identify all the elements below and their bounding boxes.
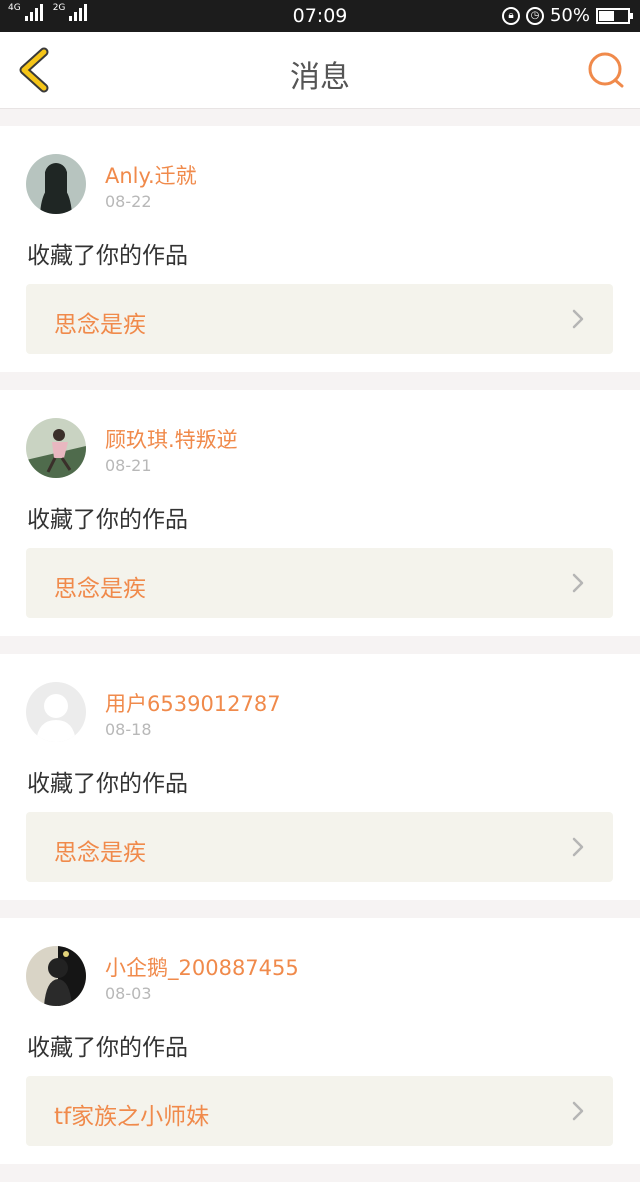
battery-percentage: 50% bbox=[549, 5, 590, 26]
action-text: 收藏了你的作品 bbox=[27, 243, 188, 269]
search-button[interactable] bbox=[586, 50, 626, 90]
work-title: 思念是疾 bbox=[54, 312, 146, 338]
message-card: 顾玖琪.特叛逆 08-21 收藏了你的作品 思念是疾 bbox=[0, 390, 640, 636]
message-date: 08-18 bbox=[105, 720, 152, 739]
avatar[interactable] bbox=[26, 946, 86, 1006]
work-title: 思念是疾 bbox=[54, 840, 146, 866]
message-date: 08-21 bbox=[105, 456, 152, 475]
message-card: Anly.迁就 08-22 收藏了你的作品 思念是疾 bbox=[0, 126, 640, 372]
chevron-right-icon bbox=[572, 1101, 584, 1121]
default-avatar[interactable] bbox=[26, 682, 86, 742]
avatar[interactable] bbox=[26, 154, 86, 214]
avatar[interactable] bbox=[26, 418, 86, 478]
username[interactable]: 顾玖琪.特叛逆 bbox=[105, 424, 238, 454]
page-title: 消息 bbox=[290, 60, 350, 95]
work-link[interactable]: tf家族之小师妹 bbox=[26, 1076, 613, 1146]
work-link[interactable]: 思念是疾 bbox=[26, 812, 613, 882]
message-list: Anly.迁就 08-22 收藏了你的作品 思念是疾 顾玖琪.特叛逆 08-21… bbox=[0, 126, 640, 1182]
work-title: tf家族之小师妹 bbox=[54, 1104, 210, 1130]
chevron-right-icon bbox=[572, 309, 584, 329]
action-text: 收藏了你的作品 bbox=[27, 771, 188, 797]
work-title: 思念是疾 bbox=[54, 576, 146, 602]
status-right: 🔒︎ ◷ 50% bbox=[501, 5, 633, 26]
username[interactable]: Anly.迁就 bbox=[105, 160, 197, 190]
message-date: 08-03 bbox=[105, 984, 152, 1003]
navigation-bar: 消息 bbox=[0, 32, 640, 109]
username[interactable]: 用户6539012787 bbox=[105, 688, 281, 718]
action-text: 收藏了你的作品 bbox=[27, 507, 188, 533]
chevron-right-icon bbox=[572, 573, 584, 593]
alarm-icon: ◷ bbox=[525, 6, 544, 25]
username[interactable]: 小企鹅_200887455 bbox=[105, 952, 299, 982]
work-link[interactable]: 思念是疾 bbox=[26, 284, 613, 354]
status-bar: 4G 2G 07:09 🔒︎ ◷ 50% bbox=[0, 0, 640, 32]
message-card: 小企鹅_200887455 08-03 收藏了你的作品 tf家族之小师妹 bbox=[0, 918, 640, 1164]
battery-icon bbox=[596, 7, 633, 24]
message-card: 用户6539012787 08-18 收藏了你的作品 思念是疾 bbox=[0, 654, 640, 900]
chevron-right-icon bbox=[572, 837, 584, 857]
action-text: 收藏了你的作品 bbox=[27, 1035, 188, 1061]
search-icon bbox=[588, 52, 624, 88]
rotation-lock-icon: 🔒︎ bbox=[501, 6, 520, 25]
message-date: 08-22 bbox=[105, 192, 152, 211]
work-link[interactable]: 思念是疾 bbox=[26, 548, 613, 618]
